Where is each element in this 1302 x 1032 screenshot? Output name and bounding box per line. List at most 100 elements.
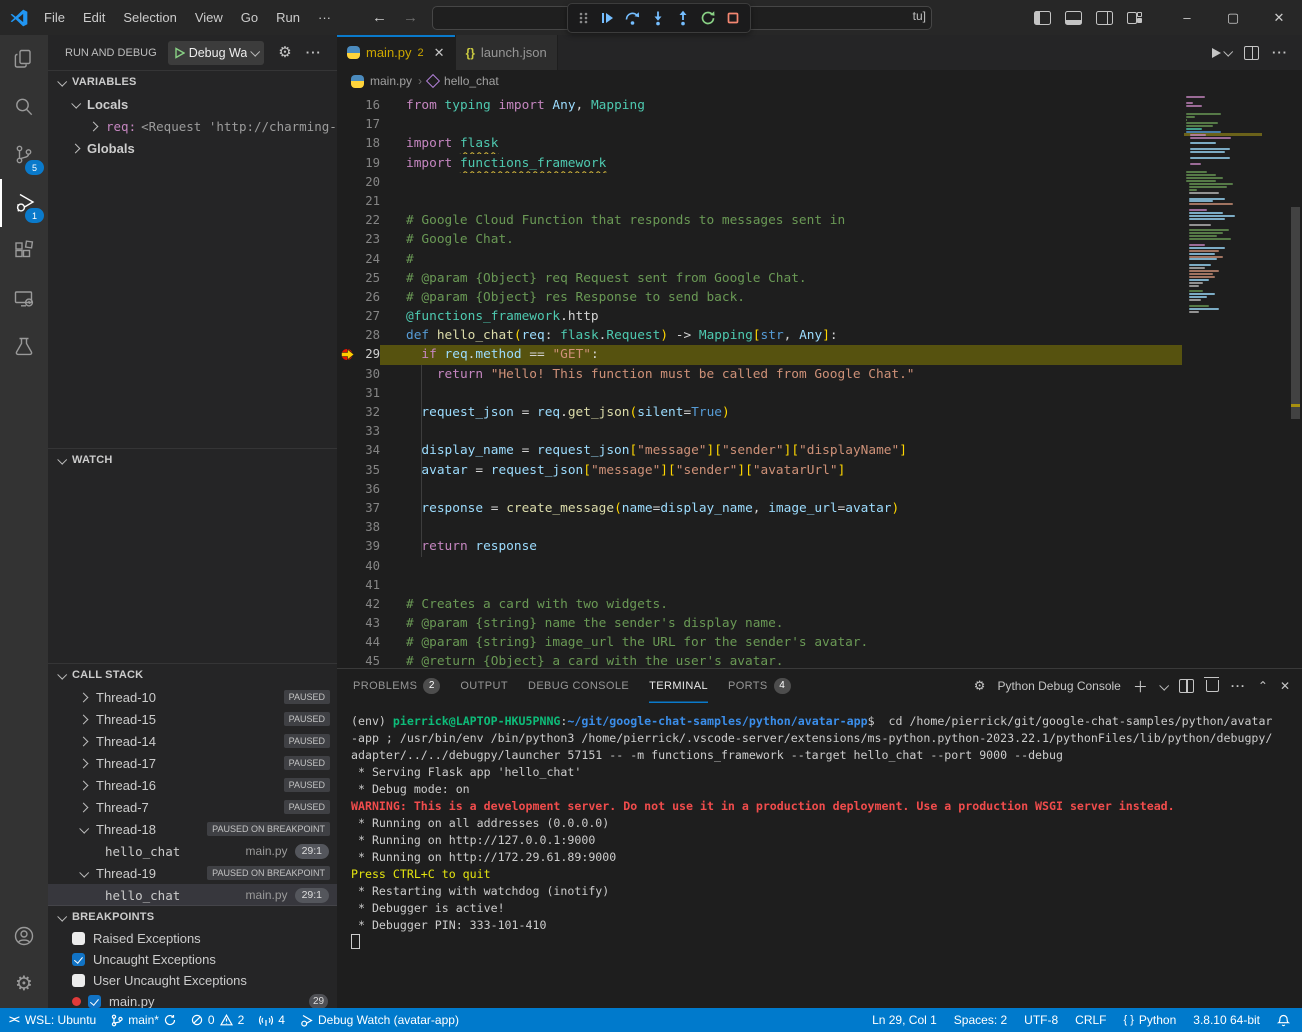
breakpoint-checkbox[interactable] bbox=[88, 995, 101, 1008]
breakpoint-row[interactable]: Raised Exceptions bbox=[48, 928, 337, 949]
code-line[interactable]: 32 request_json = req.get_json(silent=Tr… bbox=[337, 403, 1302, 422]
breakpoint-checkbox[interactable] bbox=[72, 974, 85, 987]
callstack-thread-row[interactable]: Thread-14PAUSED bbox=[48, 730, 337, 752]
code-line[interactable]: 22# Google Cloud Function that responds … bbox=[337, 211, 1302, 230]
menu-item-selection[interactable]: Selection bbox=[114, 0, 185, 35]
maximize-panel-icon[interactable]: ⌃ bbox=[1258, 679, 1268, 693]
code-line[interactable]: 44# @param {string} image_url the URL fo… bbox=[337, 633, 1302, 652]
code-line[interactable]: 17 bbox=[337, 115, 1302, 134]
step-over-icon[interactable] bbox=[624, 10, 641, 26]
remote-indicator[interactable]: >< WSL: Ubuntu bbox=[9, 1013, 96, 1027]
tab-terminal[interactable]: TERMINAL bbox=[649, 669, 708, 703]
tab-launch-json[interactable]: {} launch.json bbox=[456, 35, 558, 70]
eol-sequence[interactable]: CRLF bbox=[1075, 1013, 1106, 1027]
debug-status[interactable]: Debug Watch (avatar-app) bbox=[300, 1013, 459, 1027]
tab-main-py[interactable]: main.py 2 ✕ bbox=[337, 35, 456, 70]
language-mode[interactable]: { } Python bbox=[1124, 1013, 1177, 1027]
run-dropdown-chevron-icon[interactable] bbox=[1223, 47, 1233, 57]
maximize-button[interactable]: ▢ bbox=[1210, 0, 1256, 35]
code-line[interactable]: 41 bbox=[337, 576, 1302, 595]
sidebar-item-search[interactable] bbox=[0, 83, 48, 131]
code-line[interactable]: 23# Google Chat. bbox=[337, 230, 1302, 249]
run-python-file-button[interactable] bbox=[1212, 48, 1231, 58]
breakpoint-row[interactable]: Uncaught Exceptions bbox=[48, 949, 337, 970]
tab-problems[interactable]: PROBLEMS2 bbox=[353, 669, 440, 703]
code-line[interactable]: 37 response = create_message(name=displa… bbox=[337, 499, 1302, 518]
notifications-bell[interactable] bbox=[1277, 1014, 1290, 1027]
code-line[interactable]: 31 bbox=[337, 384, 1302, 403]
toggle-sidebar-icon[interactable] bbox=[1034, 11, 1051, 25]
debug-config-dropdown[interactable]: Debug Wa bbox=[168, 41, 265, 65]
split-editor-icon[interactable] bbox=[1244, 46, 1259, 60]
code-editor[interactable]: 16from typing import Any, Mapping1718imp… bbox=[337, 92, 1302, 672]
variables-req-row[interactable]: req: <Request 'http://charming-tro… bbox=[48, 115, 337, 137]
code-line[interactable]: 38 bbox=[337, 518, 1302, 537]
encoding[interactable]: UTF-8 bbox=[1024, 1013, 1058, 1027]
code-line[interactable]: 25# @param {Object} req Request sent fro… bbox=[337, 269, 1302, 288]
editor-scrollbar[interactable] bbox=[1291, 207, 1300, 419]
menu-item-go[interactable]: Go bbox=[232, 0, 267, 35]
close-panel-icon[interactable]: ✕ bbox=[1280, 679, 1290, 693]
callstack-frame-row[interactable]: hello_chatmain.py29:1 bbox=[48, 884, 337, 906]
breakpoint-row[interactable]: User Uncaught Exceptions bbox=[48, 970, 337, 991]
terminal-profile-label[interactable]: Python Debug Console bbox=[997, 679, 1120, 693]
menu-item-view[interactable]: View bbox=[186, 0, 232, 35]
drag-handle-icon[interactable] bbox=[577, 10, 590, 26]
menu-item-file[interactable]: File bbox=[35, 0, 74, 35]
variables-globals-row[interactable]: Globals bbox=[48, 137, 337, 159]
close-button[interactable]: ✕ bbox=[1256, 0, 1302, 35]
sidebar-item-source-control[interactable]: 5 bbox=[0, 131, 48, 179]
code-line[interactable]: 34 display_name = request_json["message"… bbox=[337, 441, 1302, 460]
code-line[interactable]: 26# @param {Object} res Response to send… bbox=[337, 288, 1302, 307]
code-line[interactable]: 24# bbox=[337, 250, 1302, 269]
customize-layout-icon[interactable] bbox=[1127, 11, 1142, 24]
menu-item-edit[interactable]: Edit bbox=[74, 0, 114, 35]
sidebar-item-run-and-debug[interactable]: 1 bbox=[0, 179, 48, 227]
variables-locals-row[interactable]: Locals bbox=[48, 93, 337, 115]
code-line[interactable]: 43# @param {string} name the sender's di… bbox=[337, 614, 1302, 633]
editor-more-actions-icon[interactable]: ··· bbox=[1272, 45, 1288, 60]
settings-button[interactable]: ⚙ bbox=[0, 960, 48, 1008]
start-debug-icon[interactable] bbox=[173, 47, 185, 59]
breakpoint-checkbox[interactable] bbox=[72, 953, 85, 966]
debug-settings-gear-icon[interactable]: ⚙ bbox=[278, 45, 291, 60]
indentation[interactable]: Spaces: 2 bbox=[954, 1013, 1007, 1027]
callstack-thread-row[interactable]: Thread-17PAUSED bbox=[48, 752, 337, 774]
callstack-thread-row[interactable]: Thread-10PAUSED bbox=[48, 686, 337, 708]
breakpoint-checkbox[interactable] bbox=[72, 932, 85, 945]
call-stack-header[interactable]: CALL STACK bbox=[48, 664, 337, 686]
code-line[interactable]: 35 avatar = request_json["message"]["sen… bbox=[337, 461, 1302, 480]
git-branch-indicator[interactable]: main* bbox=[111, 1013, 176, 1027]
restart-icon[interactable] bbox=[700, 10, 716, 26]
step-into-icon[interactable] bbox=[650, 10, 666, 26]
callstack-thread-row[interactable]: Thread-18PAUSED ON BREAKPOINT bbox=[48, 818, 337, 840]
code-line[interactable]: 30 return "Hello! This function must be … bbox=[337, 365, 1302, 384]
close-tab-icon[interactable]: ✕ bbox=[434, 45, 445, 61]
tab-debug-console[interactable]: DEBUG CONSOLE bbox=[528, 669, 629, 703]
breadcrumb-symbol[interactable]: hello_chat bbox=[444, 74, 499, 88]
cursor-position[interactable]: Ln 29, Col 1 bbox=[872, 1013, 937, 1027]
nav-back-icon[interactable]: ← bbox=[372, 9, 387, 26]
terminal-output[interactable]: (env) pierrick@LAPTOP-HKU5PNNG:~/git/goo… bbox=[337, 703, 1302, 952]
sidebar-item-remote-explorer[interactable] bbox=[0, 275, 48, 323]
step-out-icon[interactable] bbox=[675, 10, 691, 26]
tab-ports[interactable]: PORTS4 bbox=[728, 669, 791, 703]
callstack-thread-row[interactable]: Thread-16PAUSED bbox=[48, 774, 337, 796]
code-line[interactable]: 20 bbox=[337, 173, 1302, 192]
callstack-thread-row[interactable]: Thread-15PAUSED bbox=[48, 708, 337, 730]
code-line[interactable]: 36 bbox=[337, 480, 1302, 499]
split-terminal-icon[interactable] bbox=[1179, 679, 1194, 693]
code-line[interactable]: 28def hello_chat(req: flask.Request) -> … bbox=[337, 326, 1302, 345]
breadcrumb-file[interactable]: main.py bbox=[370, 74, 412, 88]
sidebar-item-explorer[interactable] bbox=[0, 35, 48, 83]
variables-header[interactable]: VARIABLES bbox=[48, 71, 337, 93]
code-line[interactable]: 18import flask bbox=[337, 134, 1302, 153]
code-line[interactable]: 21 bbox=[337, 192, 1302, 211]
kill-terminal-icon[interactable] bbox=[1206, 680, 1219, 692]
callstack-frame-row[interactable]: hello_chatmain.py29:1 bbox=[48, 840, 337, 862]
menu-item-moremoremore[interactable]: ··· bbox=[309, 0, 340, 35]
panel-more-actions-icon[interactable]: ··· bbox=[1231, 679, 1246, 693]
code-line[interactable]: 27@functions_framework.http bbox=[337, 307, 1302, 326]
continue-icon[interactable] bbox=[599, 10, 615, 26]
sidebar-item-extensions[interactable] bbox=[0, 227, 48, 275]
